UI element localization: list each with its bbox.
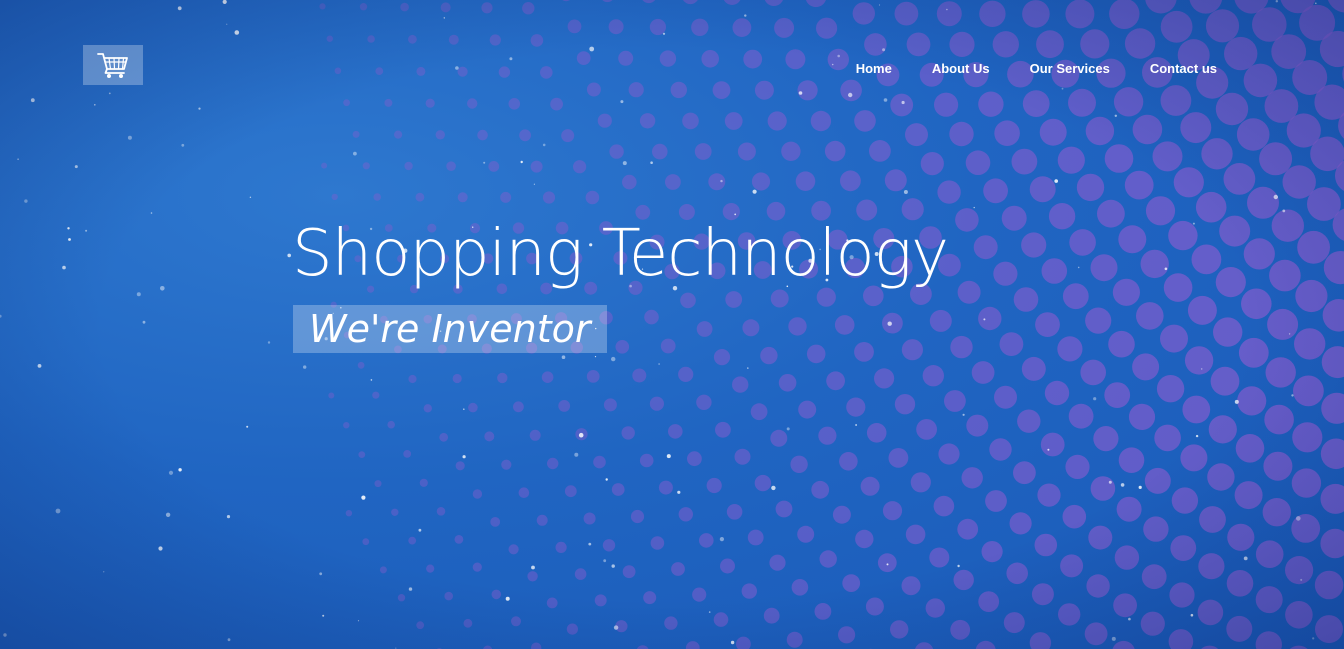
background-dot-pattern <box>0 0 1344 649</box>
hero-tagline: We're Inventor <box>293 305 607 353</box>
logo-button[interactable] <box>83 45 143 85</box>
main-navigation: Home About Us Our Services Contact us <box>816 61 1217 77</box>
hero-headline: Shopping Technology <box>292 217 949 291</box>
hero-section: Home About Us Our Services Contact us Sh… <box>0 0 1344 649</box>
nav-home-link[interactable]: Home <box>856 61 892 77</box>
shopping-cart-icon <box>97 51 129 79</box>
nav-about-us-link[interactable]: About Us <box>932 61 990 77</box>
nav-our-services-link[interactable]: Our Services <box>1030 61 1110 77</box>
nav-contact-us-link[interactable]: Contact us <box>1150 61 1217 77</box>
